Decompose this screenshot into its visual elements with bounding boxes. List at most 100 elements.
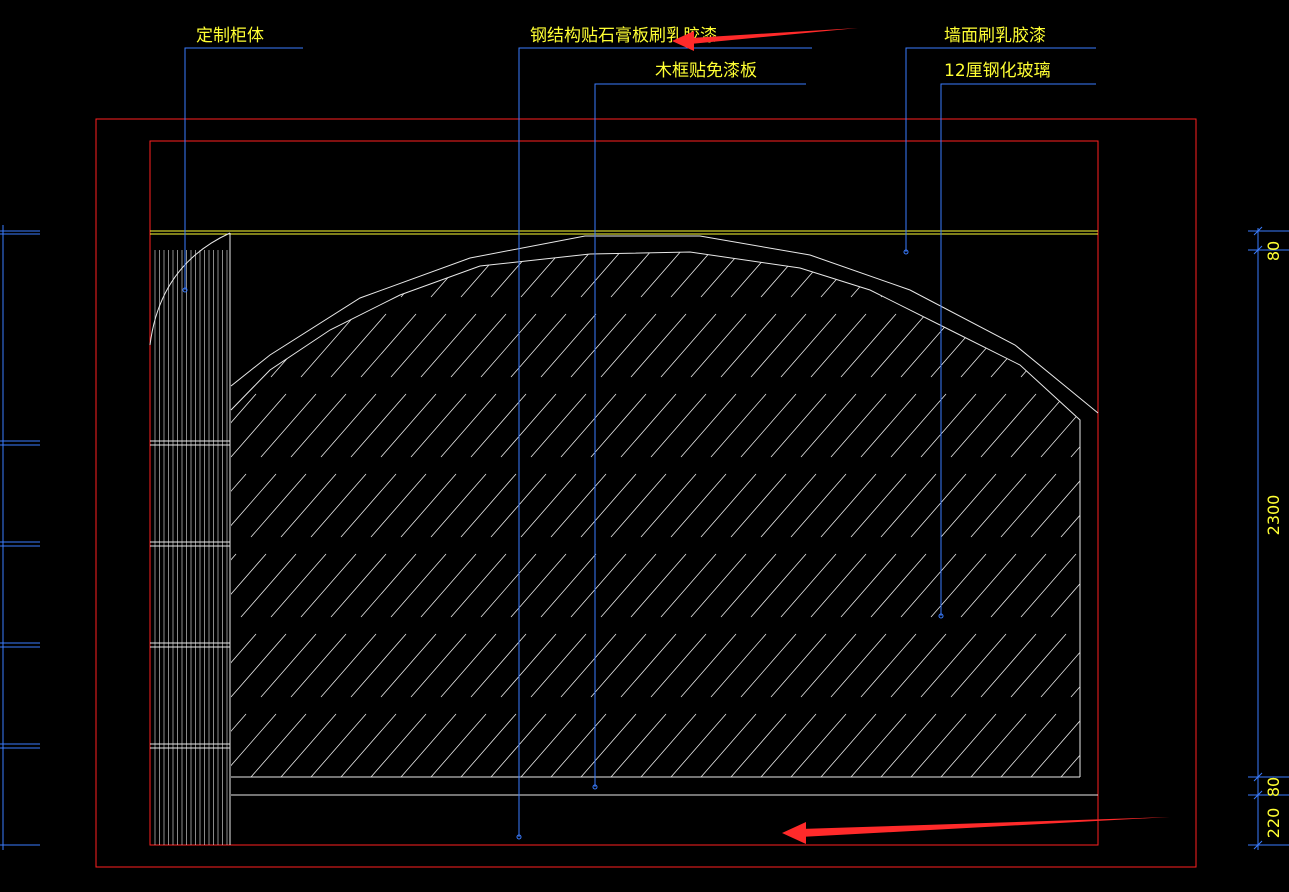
hatch-line [280,252,337,298]
hatch-line [821,0,876,57]
hatch-line [1081,554,1136,617]
hatch-line [1251,394,1289,457]
glass-hatching [0,0,1289,777]
hatch-line [61,314,116,377]
hatch-line [460,713,517,777]
hatch-line [1181,234,1236,297]
hatch-line [1201,314,1256,377]
hatch-line [1030,473,1080,538]
hatch-line [940,473,997,538]
hatch-line [560,393,617,458]
hatch-line [681,154,736,217]
hatch-line [730,713,787,777]
hatch-line [241,74,296,137]
hatch-line [720,313,777,378]
hatch-line [91,314,146,377]
hatch-line [171,154,226,217]
dimension-top: 80 [1264,241,1283,261]
leader-wood-frame [594,83,806,787]
hatch-line [111,154,166,217]
hatch-line [1191,154,1246,217]
hatch-line [580,713,637,777]
hatch-line [1131,154,1186,217]
hatch-line [531,154,586,217]
hatch-line [1111,314,1166,377]
custom-cabinet [149,232,231,845]
hatch-line [441,154,496,217]
hatch-line [201,154,256,217]
hatch-line [370,252,427,298]
hatch-line [1141,554,1196,617]
hatch-line [1211,0,1266,57]
hatch-line [790,713,847,777]
hatch-line [480,313,537,378]
inner-border [149,140,1099,846]
arched-opening [230,235,1099,796]
hatch-line [1111,74,1166,137]
hatch-line [71,474,126,537]
hatch-line [1,314,56,377]
hatch-line [660,553,717,618]
hatch-line [1101,394,1156,457]
hatch-line [1181,714,1236,777]
hatch-line [310,252,367,298]
hatch-line [550,713,607,777]
hatch-line [1121,234,1176,297]
right-dimension-chain [1248,226,1289,850]
hatch-line [670,473,727,538]
hatch-line [141,154,196,217]
hatch-line [290,633,347,698]
hatch-line [1281,154,1289,217]
hatch-line [520,473,577,538]
hatch-line [740,633,797,698]
hatch-line [1011,154,1066,217]
hatch-line [300,553,357,618]
hatch-line [361,74,416,137]
hatch-line [580,252,637,298]
hatch-line [1261,554,1289,617]
hatch-line [1060,473,1080,538]
hatch-line [470,393,527,458]
hatch-line [0,394,46,457]
hatch-line [1131,634,1186,697]
hatch-line [960,313,1017,378]
hatch-line [1040,393,1080,458]
hatch-line [1251,634,1289,697]
arch-inner-line [230,251,1081,777]
hatch-line [1131,394,1186,457]
hatch-line [781,74,836,137]
hatch-line [661,74,716,137]
hatch-line [381,154,436,217]
hatch-line [260,633,317,698]
label-wood-frame: 木框贴免漆板 [655,61,757,81]
hatch-line [161,234,216,297]
hatch-line [1021,74,1076,137]
hatch-line [1281,394,1289,457]
hatch-line [471,154,526,217]
hatch-line [690,313,747,378]
hatch-line [590,393,647,458]
hatch-line [41,474,96,537]
hatch-line [890,633,947,698]
hatch-line [700,252,757,298]
hatch-line [410,393,467,458]
hatch-line [871,74,926,137]
hatch-line [801,154,856,217]
hatch-line [91,554,146,617]
hatch-line [760,713,817,777]
hatch-line [371,0,426,57]
hatch-line [780,313,837,378]
left-dimension-ticks [0,225,40,850]
hatch-line [541,74,596,137]
hatch-line [11,474,66,537]
hatch-line [1091,474,1146,537]
hatch-line [1030,713,1080,777]
hatch-line [570,313,627,378]
hatch-line [81,634,136,697]
hatch-line [1060,252,1080,298]
hatch-line [631,74,686,137]
hatch-line [1221,634,1276,697]
hatch-line [630,313,687,378]
hatch-line [81,154,136,217]
ceiling-line [150,230,1098,235]
